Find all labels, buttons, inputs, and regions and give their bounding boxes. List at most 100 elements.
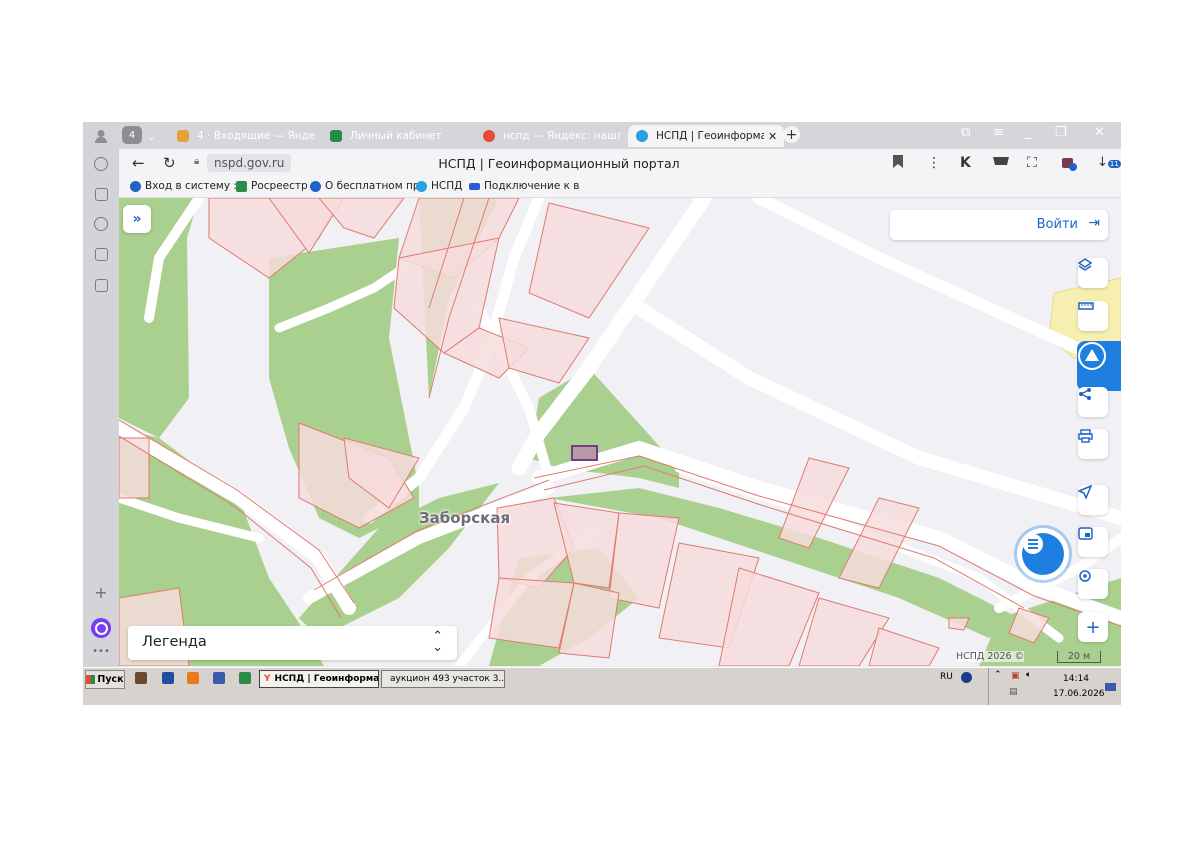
downloads-icon[interactable]: ↓ 11 <box>1097 155 1121 170</box>
start-button[interactable]: Пуск <box>85 670 125 689</box>
menu-icon[interactable]: ≡ <box>993 125 1004 140</box>
video-icon <box>469 182 480 190</box>
bookmark-label: О бесплатном пр <box>325 180 420 192</box>
show-desktop-icon[interactable] <box>1105 683 1116 691</box>
bookmark-label: Росреестр <box>251 180 308 192</box>
task-label: НСПД | Геоинформа... <box>274 674 379 684</box>
minimap-button[interactable] <box>1078 527 1108 557</box>
tab-mail[interactable]: 4 · Входящие — Яндекс П <box>177 125 315 147</box>
new-tab-button[interactable]: + <box>783 126 800 143</box>
bookmark-nspd[interactable]: НСПД <box>416 180 462 192</box>
alice-assistant-icon[interactable] <box>91 618 111 638</box>
close-tab-icon[interactable]: ✕ <box>768 130 777 143</box>
kontur-extension-icon[interactable]: K <box>960 155 971 171</box>
volume-icon[interactable]: 🔈︎ <box>1026 670 1031 680</box>
measure-button[interactable] <box>1078 301 1108 331</box>
legend-dropdown[interactable]: Легенда ⌃ ⌄ <box>128 626 457 660</box>
main-menu-button[interactable] <box>1022 533 1064 575</box>
navigation-arrow-icon <box>1078 485 1092 499</box>
url-field[interactable]: nspd.gov.ru <box>207 154 292 172</box>
street-label: Заборская <box>419 509 511 527</box>
tab-label: НСПД | Геоинформаци <box>656 130 764 142</box>
layers-button[interactable] <box>1078 258 1108 288</box>
save-icon[interactable] <box>213 672 225 684</box>
tab-label: нспд — Яндекс: нашлось <box>503 130 621 142</box>
play-icon[interactable] <box>92 215 110 233</box>
print-button[interactable] <box>1078 429 1108 459</box>
arrow-icon[interactable]: ⌃ <box>994 670 1002 680</box>
desktop-screen: + ••• 4 ⌄ 4 · Входящие — Яндекс П Личный… <box>83 122 1121 705</box>
bookmark-icon[interactable] <box>893 155 903 172</box>
illustrator-icon[interactable] <box>187 672 199 684</box>
extension-puzzle-icon[interactable]: ⛶ <box>1027 155 1037 171</box>
bookmark-label: Подключение к в <box>484 180 580 192</box>
photoshop-icon[interactable] <box>162 672 174 684</box>
search-location-button[interactable] <box>1078 569 1108 599</box>
task-folder[interactable]: аукцион 493 участок 3... <box>381 670 505 688</box>
login-icon: ⇥ <box>1088 215 1100 231</box>
tab-nspd[interactable]: НСПД | Геоинформаци ✕ <box>628 125 784 147</box>
clock-time[interactable]: 14:14 <box>1063 674 1089 684</box>
reload-icon[interactable]: ↻ <box>163 154 176 172</box>
add-panel-icon[interactable]: + <box>92 583 110 602</box>
bookmark-connect[interactable]: Подключение к в <box>469 180 580 192</box>
excel-icon[interactable] <box>239 672 251 684</box>
history-icon[interactable] <box>92 155 110 173</box>
tab-strip: 4 ⌄ 4 · Входящие — Яндекс П Личный кабин… <box>119 122 1121 149</box>
ruler-icon <box>1078 302 1094 310</box>
map-canvas[interactable]: » Войти ⇥ + Заборская Легенда ⌃ ⌄ НСПД 2… <box>119 198 1121 666</box>
expand-panel-button[interactable]: » <box>123 205 151 233</box>
tab-counter-icon[interactable] <box>92 245 110 263</box>
network-icon[interactable]: ▣ <box>1011 671 1020 681</box>
bookmark-login[interactable]: Вход в систему :: <box>130 180 240 192</box>
link-icon <box>310 180 321 192</box>
minimize-icon[interactable]: _ <box>1025 125 1032 140</box>
address-bar: ← ↻ 🔒︎ nspd.gov.ru НСПД | Геоинформацион… <box>119 149 1121 177</box>
back-icon[interactable]: ← <box>132 154 145 172</box>
bookmark-label: Вход в систему :: <box>145 180 241 192</box>
tab-cabinet[interactable]: Личный кабинет <box>330 125 468 147</box>
scale-bar: 20 м <box>1057 651 1101 663</box>
updown-chevron-icon: ⌃ ⌄ <box>432 629 443 655</box>
nspd-icon <box>636 130 648 142</box>
profile-icon[interactable] <box>92 127 110 145</box>
map-copyright: НСПД 2026 © <box>956 651 1025 662</box>
rosreestr-icon <box>330 130 342 142</box>
restore-icon[interactable]: ❐ <box>1055 125 1067 140</box>
clock-date[interactable]: 17.06.2026 <box>1053 689 1105 699</box>
locate-button[interactable] <box>1078 485 1108 515</box>
tabs-dropdown-icon[interactable]: ⌄ <box>147 126 155 148</box>
collections-icon[interactable] <box>92 185 110 203</box>
login-button[interactable]: Войти ⇥ <box>890 210 1108 240</box>
language-indicator[interactable]: RU <box>940 672 953 682</box>
list-icon <box>1023 534 1043 554</box>
close-window-icon[interactable]: ✕ <box>1094 125 1105 140</box>
nspd-logo-icon <box>1078 342 1106 370</box>
bookmarks-bar: Вход в систему :: Росреестр О бесплатном… <box>119 177 1121 198</box>
windows-logo-icon <box>86 675 96 684</box>
more-icon[interactable]: ••• <box>92 642 110 660</box>
help-icon[interactable] <box>961 672 972 683</box>
library-icon[interactable] <box>135 672 147 684</box>
browser-sidebar: + ••• <box>83 122 119 667</box>
task-browser[interactable]: Y НСПД | Геоинформа... <box>259 670 379 688</box>
zoom-in-button[interactable]: + <box>1078 612 1108 642</box>
share-icon <box>1079 388 1091 400</box>
tab-count-badge[interactable]: 4 <box>122 126 142 144</box>
tab-label: Личный кабинет <box>350 130 442 142</box>
tab-label: 4 · Входящие — Яндекс П <box>197 130 315 142</box>
power-icon[interactable]: ▤ <box>1009 687 1018 697</box>
side-panel-tab[interactable] <box>1077 341 1121 391</box>
system-tray: ⌃ ▣ 🔈︎ ▤ 14:14 17.06.2026 <box>988 668 1121 705</box>
tabs-icon[interactable]: ⧉ <box>961 125 970 140</box>
tab-search[interactable]: нспд — Яндекс: нашлось <box>483 125 621 147</box>
bookmark-rosreestr[interactable]: Росреестр <box>236 180 308 192</box>
more-options-icon[interactable]: ⋮ <box>927 155 941 171</box>
screenshot-icon[interactable] <box>92 276 110 294</box>
start-label: Пуск <box>97 674 124 685</box>
extension-user-icon[interactable] <box>1061 155 1077 175</box>
lock-icon[interactable]: 🔒︎ <box>194 156 199 167</box>
share-button[interactable] <box>1078 387 1108 417</box>
bookmark-free[interactable]: О бесплатном пр <box>310 180 420 192</box>
extension-shield-icon[interactable] <box>993 155 1009 171</box>
